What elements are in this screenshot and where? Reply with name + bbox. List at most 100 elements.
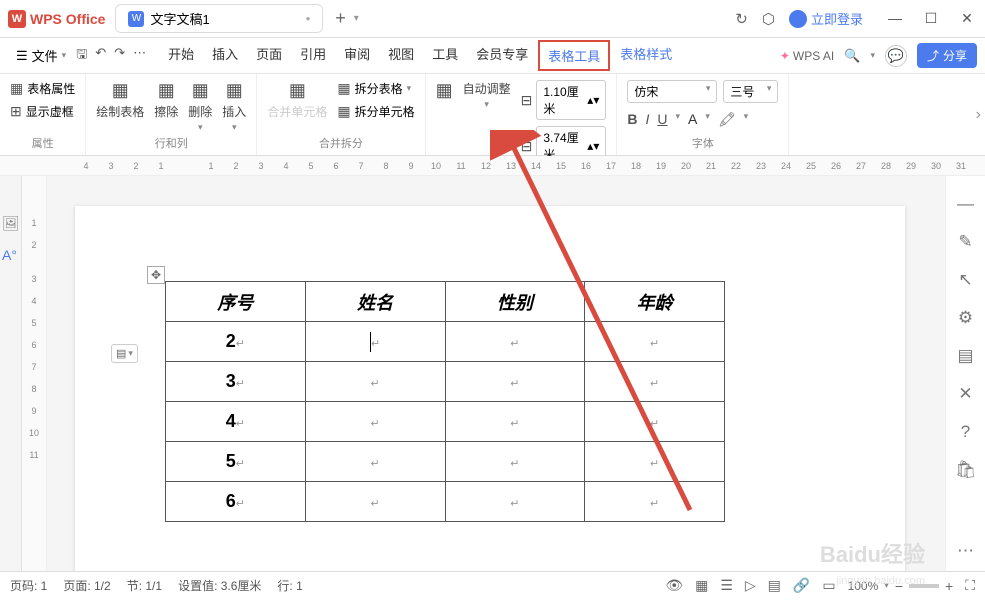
reload-icon[interactable]: ↻ — [735, 10, 748, 28]
font-size-select[interactable]: 三号▾ — [723, 80, 778, 103]
table-cell[interactable]: ↵ — [585, 322, 725, 362]
undo-icon[interactable]: ↶ — [95, 45, 106, 67]
table-cell[interactable]: ↵ — [305, 322, 445, 362]
reading-view-icon[interactable]: ☰ — [720, 577, 733, 594]
auto-adjust-button[interactable]: 自动调整▾ — [463, 80, 511, 110]
close-button[interactable]: ✕ — [957, 10, 977, 27]
tools-icon[interactable]: ✕ — [958, 384, 972, 404]
split-cells-button[interactable]: ▦拆分单元格 — [337, 103, 414, 120]
table-cell[interactable]: 3↵ — [166, 362, 306, 402]
table-cell[interactable]: ↵ — [445, 402, 585, 442]
insert-button[interactable]: ▦插入▾ — [222, 80, 246, 133]
book-icon[interactable]: ▤ — [957, 346, 973, 366]
font-color-button[interactable]: A — [688, 111, 697, 128]
table-cell[interactable]: ↵ — [585, 442, 725, 482]
draw-table-button[interactable]: ▦绘制表格 — [96, 80, 144, 120]
page-view-icon[interactable]: ▭ — [822, 577, 835, 594]
wps-ai-button[interactable]: ✦ WPS AI — [780, 49, 834, 63]
vertical-ruler[interactable]: 1234567891011 — [22, 176, 47, 571]
header-cell[interactable]: 序号 — [166, 282, 306, 322]
redo-icon[interactable]: ↷ — [114, 45, 125, 67]
shopping-icon[interactable]: 🛍 — [955, 460, 977, 480]
table-cell[interactable]: ↵ — [305, 442, 445, 482]
table-cell[interactable]: ↵ — [305, 482, 445, 522]
document-table[interactable]: 序号 姓名 性别 年龄 2↵ ↵ ↵ ↵ 3↵ ↵ ↵ ↵ — [165, 281, 725, 522]
table-cell[interactable]: ↵ — [585, 362, 725, 402]
status-setting[interactable]: 设置值: 3.6厘米 — [178, 577, 261, 594]
login-button[interactable]: 立即登录 — [789, 9, 863, 28]
table-cell[interactable]: 6↵ — [166, 482, 306, 522]
tab-tools[interactable]: 工具 — [424, 40, 466, 71]
table-cell[interactable]: ↵ — [585, 482, 725, 522]
header-cell[interactable]: 姓名 — [305, 282, 445, 322]
status-section[interactable]: 节: 1/1 — [127, 577, 162, 594]
tab-start[interactable]: 开始 — [160, 40, 202, 71]
ribbon-overflow-button[interactable]: › — [976, 106, 981, 124]
zoom-out-icon[interactable]: − — [895, 578, 903, 594]
italic-button[interactable]: I — [645, 111, 649, 128]
chat-icon[interactable]: 💬 — [885, 45, 907, 67]
highlight-button[interactable]: 🖍 — [718, 111, 736, 128]
table-cell[interactable]: ↵ — [305, 362, 445, 402]
distribute-button[interactable]: ▦ — [436, 80, 453, 101]
tab-insert[interactable]: 插入 — [204, 40, 246, 71]
status-page[interactable]: 页面: 1/2 — [63, 577, 110, 594]
link-icon[interactable]: 🔗 — [793, 577, 810, 594]
table-move-handle[interactable]: ✥ — [147, 266, 165, 284]
table-cell[interactable]: ↵ — [305, 402, 445, 442]
status-page-no[interactable]: 页码: 1 — [10, 577, 47, 594]
outline-icon[interactable]: ▤ — [768, 577, 781, 594]
table-cell[interactable]: ↵ — [445, 482, 585, 522]
play-icon[interactable]: ▷ — [745, 577, 756, 594]
file-menu[interactable]: ☰ 文件 ▾ — [8, 42, 74, 69]
cube-icon[interactable]: ⬡ — [762, 10, 775, 28]
search-dropdown[interactable]: ▾ — [870, 50, 875, 61]
tab-reference[interactable]: 引用 — [292, 40, 334, 71]
cursor-icon[interactable]: ↖ — [958, 270, 972, 290]
header-cell[interactable]: 性别 — [445, 282, 585, 322]
split-table-button[interactable]: ▦拆分表格▾ — [337, 80, 414, 97]
document-tab[interactable]: W 文字文稿1 • — [115, 4, 323, 33]
grid-view-icon[interactable]: ▦ — [695, 577, 708, 594]
table-cell[interactable]: ↵ — [445, 442, 585, 482]
tab-review[interactable]: 审阅 — [336, 40, 378, 71]
maximize-button[interactable]: ☐ — [921, 10, 941, 27]
show-dashed-button[interactable]: ⊞显示虚框 — [10, 103, 75, 120]
eye-icon[interactable]: 👁 — [665, 577, 683, 594]
font-name-select[interactable]: 仿宋▾ — [627, 80, 717, 103]
search-icon[interactable]: 🔍 — [844, 48, 860, 64]
text-icon[interactable]: A° — [2, 247, 20, 263]
status-line[interactable]: 行: 1 — [277, 577, 302, 594]
underline-button[interactable]: U — [657, 111, 667, 128]
table-cell[interactable]: ↵ — [445, 322, 585, 362]
table-cell[interactable]: ↵ — [445, 362, 585, 402]
minus-icon[interactable]: — — [957, 194, 974, 214]
delete-button[interactable]: ▦删除▾ — [188, 80, 212, 133]
table-cell[interactable]: 5↵ — [166, 442, 306, 482]
save-icon[interactable]: 🖫 — [76, 45, 87, 67]
zoom-in-icon[interactable]: + — [945, 578, 953, 594]
table-properties-button[interactable]: ▦表格属性 — [10, 80, 75, 97]
image-icon[interactable]: 🖼 — [2, 215, 20, 232]
page[interactable]: ✥ ▤▾ 序号 姓名 性别 年龄 2↵ ↵ ↵ ↵ 3↵ ↵ ↵ — [75, 206, 905, 571]
fullscreen-icon[interactable]: ⛶ — [965, 577, 975, 594]
tab-view[interactable]: 视图 — [380, 40, 422, 71]
zoom-control[interactable]: 100%▾ − + — [848, 578, 954, 594]
more-icon[interactable]: ⋯ — [133, 45, 146, 67]
new-tab-button[interactable]: + — [335, 8, 346, 29]
table-cell[interactable]: ↵ — [585, 402, 725, 442]
tab-table-tools[interactable]: 表格工具 — [538, 40, 610, 71]
row-height-input[interactable]: ⊟1.10厘米▴▾ — [521, 80, 607, 120]
canvas[interactable]: ✥ ▤▾ 序号 姓名 性别 年龄 2↵ ↵ ↵ ↵ 3↵ ↵ ↵ — [47, 176, 945, 571]
tab-page[interactable]: 页面 — [248, 40, 290, 71]
more-tools-icon[interactable]: ⋯ — [957, 541, 974, 561]
header-cell[interactable]: 年龄 — [585, 282, 725, 322]
help-icon[interactable]: ? — [961, 422, 970, 442]
table-cell[interactable]: 4↵ — [166, 402, 306, 442]
table-cell[interactable]: 2↵ — [166, 322, 306, 362]
bold-button[interactable]: B — [627, 111, 637, 128]
horizontal-ruler[interactable]: 4321123456789101112131415161718192021222… — [0, 156, 985, 176]
settings-icon[interactable]: ⚙ — [958, 308, 973, 328]
row-toolbar[interactable]: ▤▾ — [111, 344, 138, 363]
erase-button[interactable]: ▦擦除 — [154, 80, 178, 120]
